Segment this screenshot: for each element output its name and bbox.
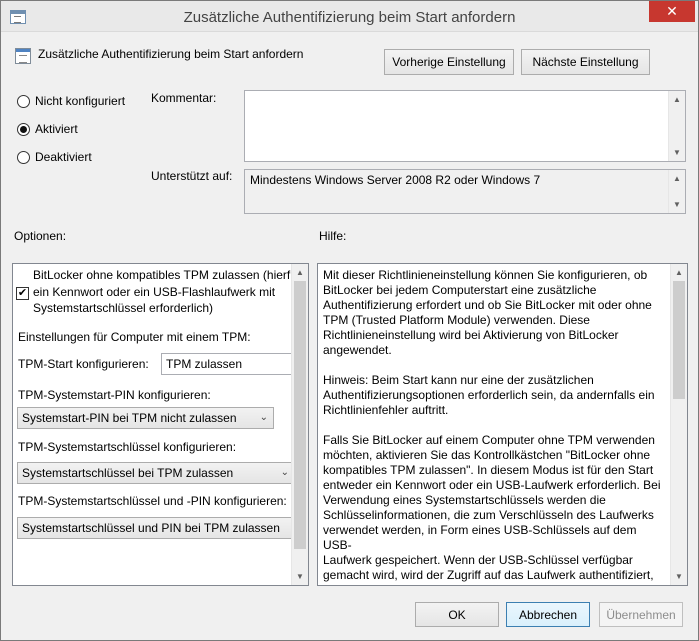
tpm-key-select[interactable]: Systemstartschlüssel bei TPM zulassen ⌄ — [17, 462, 295, 484]
policy-dialog: Zusätzliche Authentifizierung beim Start… — [0, 0, 699, 641]
options-panel: BitLocker ohne kompatibles TPM zulassen … — [12, 263, 309, 586]
radio-circle[interactable] — [17, 95, 30, 108]
tpm-pin-select[interactable]: Systemstart-PIN bei TPM nicht zulassen ⌄ — [17, 407, 274, 429]
radio-label: Nicht konfiguriert — [35, 94, 126, 108]
tpm-key-pin-label: TPM-Systemstartschlüssel und -PIN konfig… — [18, 494, 287, 508]
chevron-down-icon: ⌄ — [259, 412, 268, 423]
comment-label: Kommentar: — [151, 91, 217, 105]
close-button[interactable]: ✕ — [649, 1, 695, 22]
tpm-pin-select-value: Systemstart-PIN bei TPM nicht zulassen — [22, 411, 237, 425]
help-scrollbar[interactable]: ▲ ▼ — [670, 264, 687, 585]
chevron-down-icon[interactable]: ▼ — [669, 144, 685, 161]
radio-circle[interactable] — [17, 123, 30, 136]
help-section-label: Hilfe: — [319, 229, 347, 243]
chevron-up-icon[interactable]: ▲ — [671, 264, 687, 281]
tpm-key-pin-select[interactable]: Systemstartschlüssel und PIN bei TPM zul… — [17, 517, 295, 539]
window-title: Zusätzliche Authentifizierung beim Start… — [183, 9, 516, 26]
comment-textarea[interactable]: ▲ ▼ — [244, 90, 686, 162]
tpm-pin-label: TPM-Systemstart-PIN konfigurieren: — [18, 388, 211, 402]
allow-without-tpm-line3: Systemstartschlüssel erforderlich) — [33, 301, 214, 315]
tpm-key-select-value: Systemstartschlüssel bei TPM zulassen — [22, 466, 234, 480]
options-scroll-thumb[interactable] — [294, 281, 306, 549]
chevron-down-icon[interactable]: ▼ — [292, 568, 308, 585]
apply-button[interactable]: Übernehmen — [599, 602, 683, 627]
options-scrollbar[interactable]: ▲ ▼ — [291, 264, 308, 585]
ok-button[interactable]: OK — [415, 602, 499, 627]
help-text: Mit dieser Richtlinieneinstellung können… — [323, 268, 661, 585]
supported-label: Unterstützt auf: — [151, 169, 233, 183]
chevron-down-icon: ⌄ — [280, 467, 289, 478]
help-scroll-thumb[interactable] — [673, 281, 685, 399]
setting-icon — [15, 48, 31, 64]
tpm-key-pin-select-value: Systemstartschlüssel und PIN bei TPM zul… — [22, 521, 280, 535]
radio-label: Aktiviert — [35, 122, 78, 136]
tpm-start-label: TPM-Start konfigurieren: — [18, 357, 149, 371]
help-panel: Mit dieser Richtlinieneinstellung können… — [317, 263, 688, 586]
options-section-label: Optionen: — [14, 229, 67, 243]
cancel-button[interactable]: Abbrechen — [506, 602, 590, 627]
chevron-down-icon[interactable]: ▼ — [671, 568, 687, 585]
setting-title: Zusätzliche Authentifizierung beim Start… — [38, 47, 304, 61]
chevron-up-icon[interactable]: ▲ — [669, 170, 685, 187]
comment-scrollbar[interactable]: ▲ ▼ — [668, 91, 685, 161]
chevron-up-icon[interactable]: ▲ — [292, 264, 308, 281]
allow-without-tpm-line2: ein Kennwort oder ein USB-Flashlaufwerk … — [33, 285, 276, 299]
tpm-settings-heading: Einstellungen für Computer mit einem TPM… — [18, 330, 251, 344]
radio-label: Deaktiviert — [35, 150, 92, 164]
tpm-key-label: TPM-Systemstartschlüssel konfigurieren: — [18, 440, 237, 454]
supported-value: Mindestens Windows Server 2008 R2 oder W… — [250, 173, 541, 187]
supported-scrollbar[interactable]: ▲ ▼ — [668, 170, 685, 213]
allow-without-tpm-line1: BitLocker ohne kompatibles TPM zulassen … — [33, 268, 297, 282]
next-setting-button[interactable]: Nächste Einstellung — [521, 49, 650, 75]
chevron-down-icon[interactable]: ▼ — [669, 196, 685, 213]
chevron-up-icon[interactable]: ▲ — [669, 91, 685, 108]
title-bar[interactable]: Zusätzliche Authentifizierung beim Start… — [1, 1, 698, 32]
allow-without-tpm-checkbox[interactable]: ✔ — [16, 287, 29, 300]
supported-field: Mindestens Windows Server 2008 R2 oder W… — [244, 169, 686, 214]
tpm-start-field[interactable]: TPM zulassen — [161, 353, 294, 375]
radio-circle[interactable] — [17, 151, 30, 164]
previous-setting-button[interactable]: Vorherige Einstellung — [384, 49, 514, 75]
